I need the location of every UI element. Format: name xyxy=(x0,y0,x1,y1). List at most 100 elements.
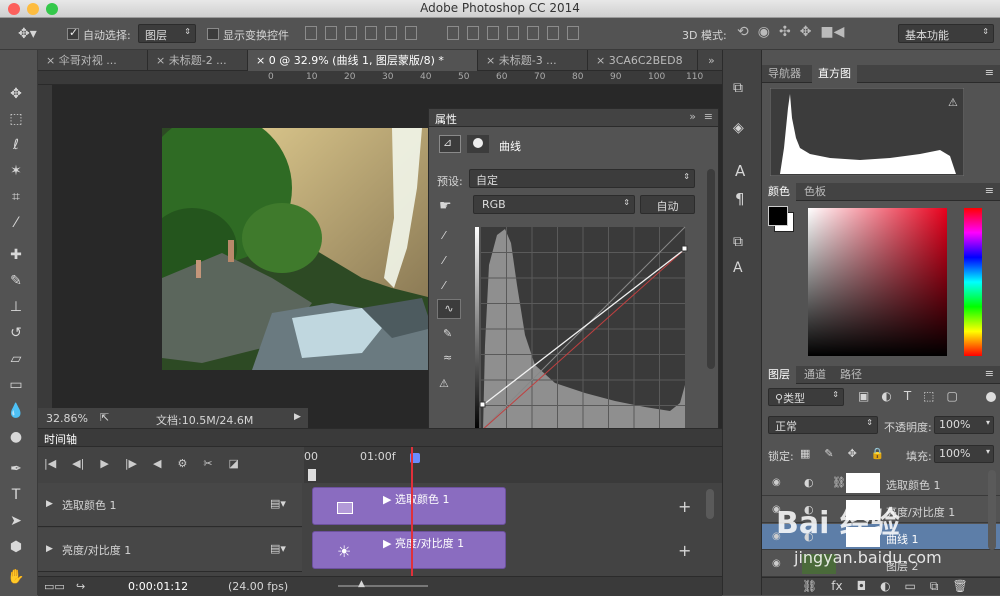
magic-wand-tool-icon[interactable]: ✶ xyxy=(4,160,28,182)
visibility-eye-icon[interactable]: ◉ xyxy=(772,558,784,570)
eraser-tool-icon[interactable]: ▱ xyxy=(4,348,28,370)
tab-doc-4[interactable]: × 未标题-3 ... xyxy=(478,50,588,71)
auto-align-icon[interactable] xyxy=(567,26,579,40)
3d-pan-icon[interactable]: ✣ xyxy=(779,24,791,40)
brush-tool-icon[interactable]: ✎ xyxy=(4,270,28,292)
history-brush-tool-icon[interactable]: ↺ xyxy=(4,322,28,344)
next-frame-icon[interactable]: |▶ xyxy=(125,457,137,470)
filter-toggle[interactable] xyxy=(986,392,996,402)
marquee-tool-icon[interactable]: ⬚ xyxy=(4,108,28,130)
history-icon[interactable]: ⧉ xyxy=(733,80,743,96)
clipping-warning-icon[interactable]: ⚠ xyxy=(439,377,449,390)
lock-all-icon[interactable]: 🔒 xyxy=(871,447,885,460)
render-icon[interactable]: ↪ xyxy=(76,580,85,593)
tab-channels[interactable]: 通道 xyxy=(798,366,832,384)
add-mask-icon[interactable]: ◘ xyxy=(857,579,867,594)
tab-doc-2[interactable]: × 未标题-2 ... xyxy=(148,50,248,71)
zoom-level[interactable]: 32.86% xyxy=(46,412,88,425)
lasso-tool-icon[interactable]: ℓ xyxy=(4,134,28,156)
zoom-slider[interactable] xyxy=(338,585,428,587)
layers-scrollbar[interactable] xyxy=(988,470,996,550)
layer-mask-thumbnail[interactable] xyxy=(846,473,880,493)
visibility-eye-icon[interactable]: ◉ xyxy=(772,477,784,489)
preset-dropdown[interactable]: 自定 ⇕ xyxy=(469,169,695,188)
target-adjust-icon[interactable]: ☛ xyxy=(439,198,452,214)
split-icon[interactable]: ✂ xyxy=(203,457,212,470)
link-layers-icon[interactable]: ⛓ xyxy=(802,579,817,594)
eyedropper-tool-icon[interactable]: ⁄ xyxy=(4,212,28,234)
panel-menu-icon[interactable]: ≡ xyxy=(704,110,713,123)
3d-rotate-icon[interactable]: ⟲ xyxy=(737,24,749,40)
workspace-dropdown[interactable]: 基本功能 ⇕ xyxy=(898,24,994,43)
clip-1[interactable]: ▶ 选取颜色 1 xyxy=(312,487,506,525)
character-icon[interactable]: A xyxy=(735,162,745,180)
lock-position-icon[interactable]: ✥ xyxy=(848,447,857,460)
distribute-left-icon[interactable] xyxy=(507,26,519,40)
blend-mode-dropdown[interactable]: 正常 ⇕ xyxy=(768,416,878,434)
document-image[interactable] xyxy=(162,128,432,370)
opacity-input[interactable]: 100% ▾ xyxy=(934,416,994,434)
move-tool-icon[interactable]: ✥ xyxy=(4,83,28,105)
settings-icon[interactable]: ⚙ xyxy=(177,457,187,470)
distribute-right-icon[interactable] xyxy=(547,26,559,40)
expand-icon[interactable]: ▶ xyxy=(46,499,53,509)
convert-icon[interactable]: ▭▭ xyxy=(44,580,65,593)
lock-pixels-icon[interactable]: ✎ xyxy=(824,447,833,460)
film-icon[interactable]: ▤▾ xyxy=(270,542,286,555)
adjustment-icon[interactable]: ⊿ xyxy=(439,135,461,153)
gradient-tool-icon[interactable]: ▭ xyxy=(4,374,28,396)
align-hcenter-icon[interactable] xyxy=(385,26,397,40)
align-top-icon[interactable] xyxy=(305,26,317,40)
clone-source-icon[interactable]: ⧉ xyxy=(733,234,743,250)
align-right-icon[interactable] xyxy=(405,26,417,40)
tab-paths[interactable]: 路径 xyxy=(834,366,868,384)
new-layer-icon[interactable]: ⧉ xyxy=(930,579,939,594)
shape-filter-icon[interactable]: ⬚ xyxy=(923,389,934,403)
foreground-swatch[interactable] xyxy=(768,206,788,226)
track-1[interactable]: ▶ 选取颜色 1 ▤▾ xyxy=(38,483,302,527)
work-area-start-handle[interactable] xyxy=(308,469,316,481)
status-menu-icon[interactable]: ▶ xyxy=(294,412,301,422)
new-adjustment-icon[interactable]: ◐ xyxy=(880,579,890,594)
distribute-top-icon[interactable] xyxy=(447,26,459,40)
tab-swatches[interactable]: 色板 xyxy=(798,183,832,201)
move-tool-icon[interactable]: ✥▾ xyxy=(18,26,37,42)
gray-point-eyedropper-icon[interactable]: ⁄ xyxy=(443,254,445,267)
black-point-eyedropper-icon[interactable]: ⁄ xyxy=(443,229,445,242)
layer-row[interactable]: ◉ ◐ ⛓ 选取颜色 1 xyxy=(762,470,1000,496)
channel-dropdown[interactable]: RGB ⇕ xyxy=(473,195,635,214)
expand-icon[interactable]: ▶ xyxy=(46,544,53,554)
tab-navigator[interactable]: 导航器 xyxy=(762,65,807,83)
type-filter-icon[interactable]: T xyxy=(904,389,911,403)
panel-menu-icon[interactable]: ≡ xyxy=(985,367,994,380)
auto-button[interactable]: 自动 xyxy=(640,195,695,214)
collapse-icon[interactable]: » xyxy=(689,110,696,123)
shape-tool-icon[interactable]: ⬢ xyxy=(4,536,28,558)
add-media-icon[interactable]: + xyxy=(678,497,691,516)
blur-tool-icon[interactable]: 💧 xyxy=(4,400,28,422)
type-tool-icon[interactable]: T xyxy=(4,484,28,506)
properties-tab[interactable]: 属性 xyxy=(435,111,457,127)
tab-layers[interactable]: 图层 xyxy=(762,366,796,384)
share-icon[interactable]: ⇱ xyxy=(100,411,109,424)
pen-tool-icon[interactable]: ✒ xyxy=(4,458,28,480)
show-transform-checkbox[interactable] xyxy=(207,28,219,40)
crop-tool-icon[interactable]: ⌗ xyxy=(4,186,28,208)
fill-input[interactable]: 100% ▾ xyxy=(934,445,994,463)
pixel-filter-icon[interactable]: ▣ xyxy=(858,389,869,403)
healing-brush-tool-icon[interactable]: ✚ xyxy=(4,244,28,266)
dodge-tool-icon[interactable]: ● xyxy=(4,426,28,448)
distribute-bottom-icon[interactable] xyxy=(487,26,499,40)
3d-scale-icon[interactable]: ■◀ xyxy=(820,24,844,40)
first-frame-icon[interactable]: |◀ xyxy=(44,457,56,470)
curves-graph[interactable] xyxy=(475,225,695,445)
lock-transparency-icon[interactable]: ▦ xyxy=(800,447,810,460)
smart-filter-icon[interactable]: ▢ xyxy=(947,389,958,403)
stamp-tool-icon[interactable]: ⊥ xyxy=(4,296,28,318)
play-icon[interactable]: ▶ xyxy=(100,457,108,470)
white-point-eyedropper-icon[interactable]: ⁄ xyxy=(443,279,445,292)
layer-name[interactable]: 选取颜色 1 xyxy=(886,477,941,493)
curve-point-tool-icon[interactable]: ∿ xyxy=(437,299,461,319)
mask-icon[interactable] xyxy=(467,135,489,153)
tab-histogram[interactable]: 直方图 xyxy=(812,65,857,83)
